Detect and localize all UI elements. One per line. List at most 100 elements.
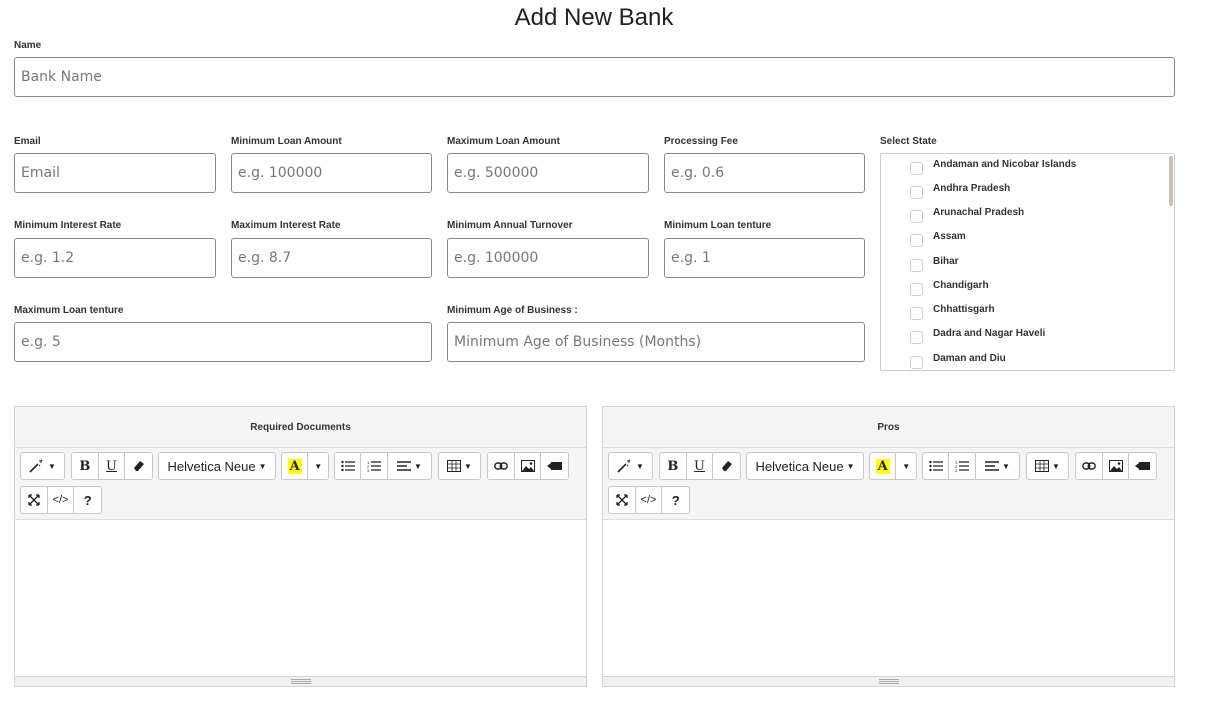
required-documents-editor: Required Documents ▼ B U Helvetica Neue ▼… — [14, 406, 587, 687]
state-item[interactable]: Dadra and Nagar Haveli — [881, 327, 1161, 347]
bold-button[interactable]: B — [660, 453, 687, 479]
state-checkbox[interactable] — [910, 234, 923, 247]
resize-handle[interactable] — [15, 676, 586, 686]
insert-group — [487, 452, 569, 480]
state-label: Chandigarh — [933, 280, 989, 291]
font-family-value: Helvetica Neue — [167, 458, 256, 474]
magic-wand-icon: ▼ — [21, 453, 64, 479]
underline-button[interactable]: U — [687, 453, 714, 479]
max-interest-rate-input[interactable] — [231, 238, 432, 278]
state-list-scrollbar[interactable] — [1169, 156, 1173, 206]
state-checkbox[interactable] — [910, 356, 923, 369]
editor-toolbar: ▼ B U Helvetica Neue ▼ A ▼ 123 ▼ ▼ </> ? — [608, 452, 1168, 514]
video-icon[interactable] — [541, 453, 568, 479]
state-item[interactable]: Chandigarh — [881, 279, 1161, 299]
email-input[interactable] — [14, 153, 216, 193]
eraser-icon[interactable] — [713, 453, 740, 479]
max-loan-tenure-label: Maximum Loan tenture — [14, 305, 124, 316]
table-icon: ▼ — [439, 453, 480, 479]
state-label: Daman and Diu — [933, 353, 1006, 364]
min-loan-amount-label: Minimum Loan Amount — [231, 136, 342, 147]
table-icon: ▼ — [1027, 453, 1068, 479]
state-item[interactable]: Arunachal Pradesh — [881, 206, 1161, 226]
state-item[interactable]: Chhattisgarh — [881, 303, 1161, 323]
state-list[interactable]: Andaman and Nicobar Islands Andhra Prade… — [880, 153, 1175, 371]
highlight-button[interactable]: A — [282, 453, 309, 479]
view-group: </> ? — [608, 486, 690, 514]
codeview-button[interactable]: </> — [636, 487, 663, 513]
email-label: Email — [14, 136, 41, 147]
bold-button[interactable]: B — [72, 453, 99, 479]
pros-editor: Pros ▼ B U Helvetica Neue ▼ A ▼ 1 2 3 ▼ … — [602, 406, 1175, 687]
style-button[interactable]: ▼ — [20, 452, 65, 480]
font-family-dropdown[interactable]: Helvetica Neue ▼ — [746, 452, 864, 480]
ordered-list-icon[interactable]: 123 — [361, 453, 388, 479]
unordered-list-icon[interactable] — [335, 453, 362, 479]
state-item[interactable]: Assam — [881, 230, 1161, 250]
min-interest-rate-input[interactable] — [14, 238, 216, 278]
image-icon[interactable] — [1103, 453, 1130, 479]
state-item[interactable]: Daman and Diu — [881, 352, 1161, 370]
max-interest-rate-label: Maximum Interest Rate — [231, 220, 341, 231]
editor-content-area[interactable] — [15, 519, 586, 677]
chevron-down-icon[interactable]: ▼ — [896, 453, 916, 479]
min-annual-turnover-input[interactable] — [447, 238, 649, 278]
state-item[interactable]: Andhra Pradesh — [881, 182, 1161, 202]
state-label: Dadra and Nagar Haveli — [933, 328, 1046, 339]
svg-text:3: 3 — [367, 468, 370, 472]
min-loan-tenure-label: Minimum Loan tenture — [664, 220, 772, 231]
align-icon[interactable]: ▼ — [976, 453, 1019, 479]
link-icon[interactable] — [1076, 453, 1103, 479]
state-item[interactable]: Andaman and Nicobar Islands — [881, 158, 1161, 178]
resize-handle[interactable] — [603, 676, 1174, 686]
bank-name-input[interactable] — [14, 57, 1175, 97]
state-label: Assam — [933, 231, 966, 242]
video-icon[interactable] — [1129, 453, 1156, 479]
state-checkbox[interactable] — [910, 259, 923, 272]
editor-content-area[interactable] — [603, 519, 1174, 677]
state-label: Andaman and Nicobar Islands — [933, 159, 1077, 170]
eraser-icon[interactable] — [125, 453, 152, 479]
codeview-button[interactable]: </> — [48, 487, 75, 513]
magic-wand-icon: ▼ — [609, 453, 652, 479]
chevron-down-icon[interactable]: ▼ — [308, 453, 328, 479]
insert-group — [1075, 452, 1157, 480]
font-family-dropdown[interactable]: Helvetica Neue ▼ — [158, 452, 276, 480]
min-annual-turnover-label: Minimum Annual Turnover — [447, 220, 573, 231]
ordered-list-icon[interactable]: 123 — [949, 453, 976, 479]
state-checkbox[interactable] — [910, 186, 923, 199]
state-checkbox[interactable] — [910, 331, 923, 344]
table-button[interactable]: ▼ — [438, 452, 481, 480]
min-loan-amount-input[interactable] — [231, 153, 432, 193]
page-title: Add New Bank — [514, 4, 674, 31]
state-checkbox[interactable] — [910, 210, 923, 223]
align-icon[interactable]: ▼ — [388, 453, 431, 479]
font-style-group: B U — [659, 452, 741, 480]
max-loan-tenure-input[interactable] — [14, 322, 432, 362]
view-group: </> ? — [20, 486, 102, 514]
color-group: A ▼ — [869, 452, 917, 480]
style-button[interactable]: ▼ — [608, 452, 653, 480]
min-age-business-input[interactable] — [447, 322, 865, 362]
underline-button[interactable]: U — [99, 453, 126, 479]
state-checkbox[interactable] — [910, 307, 923, 320]
state-checkbox[interactable] — [910, 283, 923, 296]
help-button[interactable]: ? — [74, 487, 101, 513]
state-checkbox[interactable] — [910, 162, 923, 175]
table-button[interactable]: ▼ — [1026, 452, 1069, 480]
select-state-label: Select State — [880, 136, 937, 147]
paragraph-group: 123 ▼ — [922, 452, 1020, 480]
svg-text:3: 3 — [955, 468, 958, 472]
help-button[interactable]: ? — [662, 487, 689, 513]
image-icon[interactable] — [515, 453, 542, 479]
link-icon[interactable] — [488, 453, 515, 479]
fullscreen-icon[interactable] — [609, 487, 636, 513]
unordered-list-icon[interactable] — [923, 453, 950, 479]
highlight-button[interactable]: A — [870, 453, 897, 479]
max-loan-amount-input[interactable] — [447, 153, 649, 193]
state-item[interactable]: Bihar — [881, 255, 1161, 275]
processing-fee-input[interactable] — [664, 153, 865, 193]
min-loan-tenure-input[interactable] — [664, 238, 865, 278]
max-loan-amount-label: Maximum Loan Amount — [447, 136, 560, 147]
fullscreen-icon[interactable] — [21, 487, 48, 513]
